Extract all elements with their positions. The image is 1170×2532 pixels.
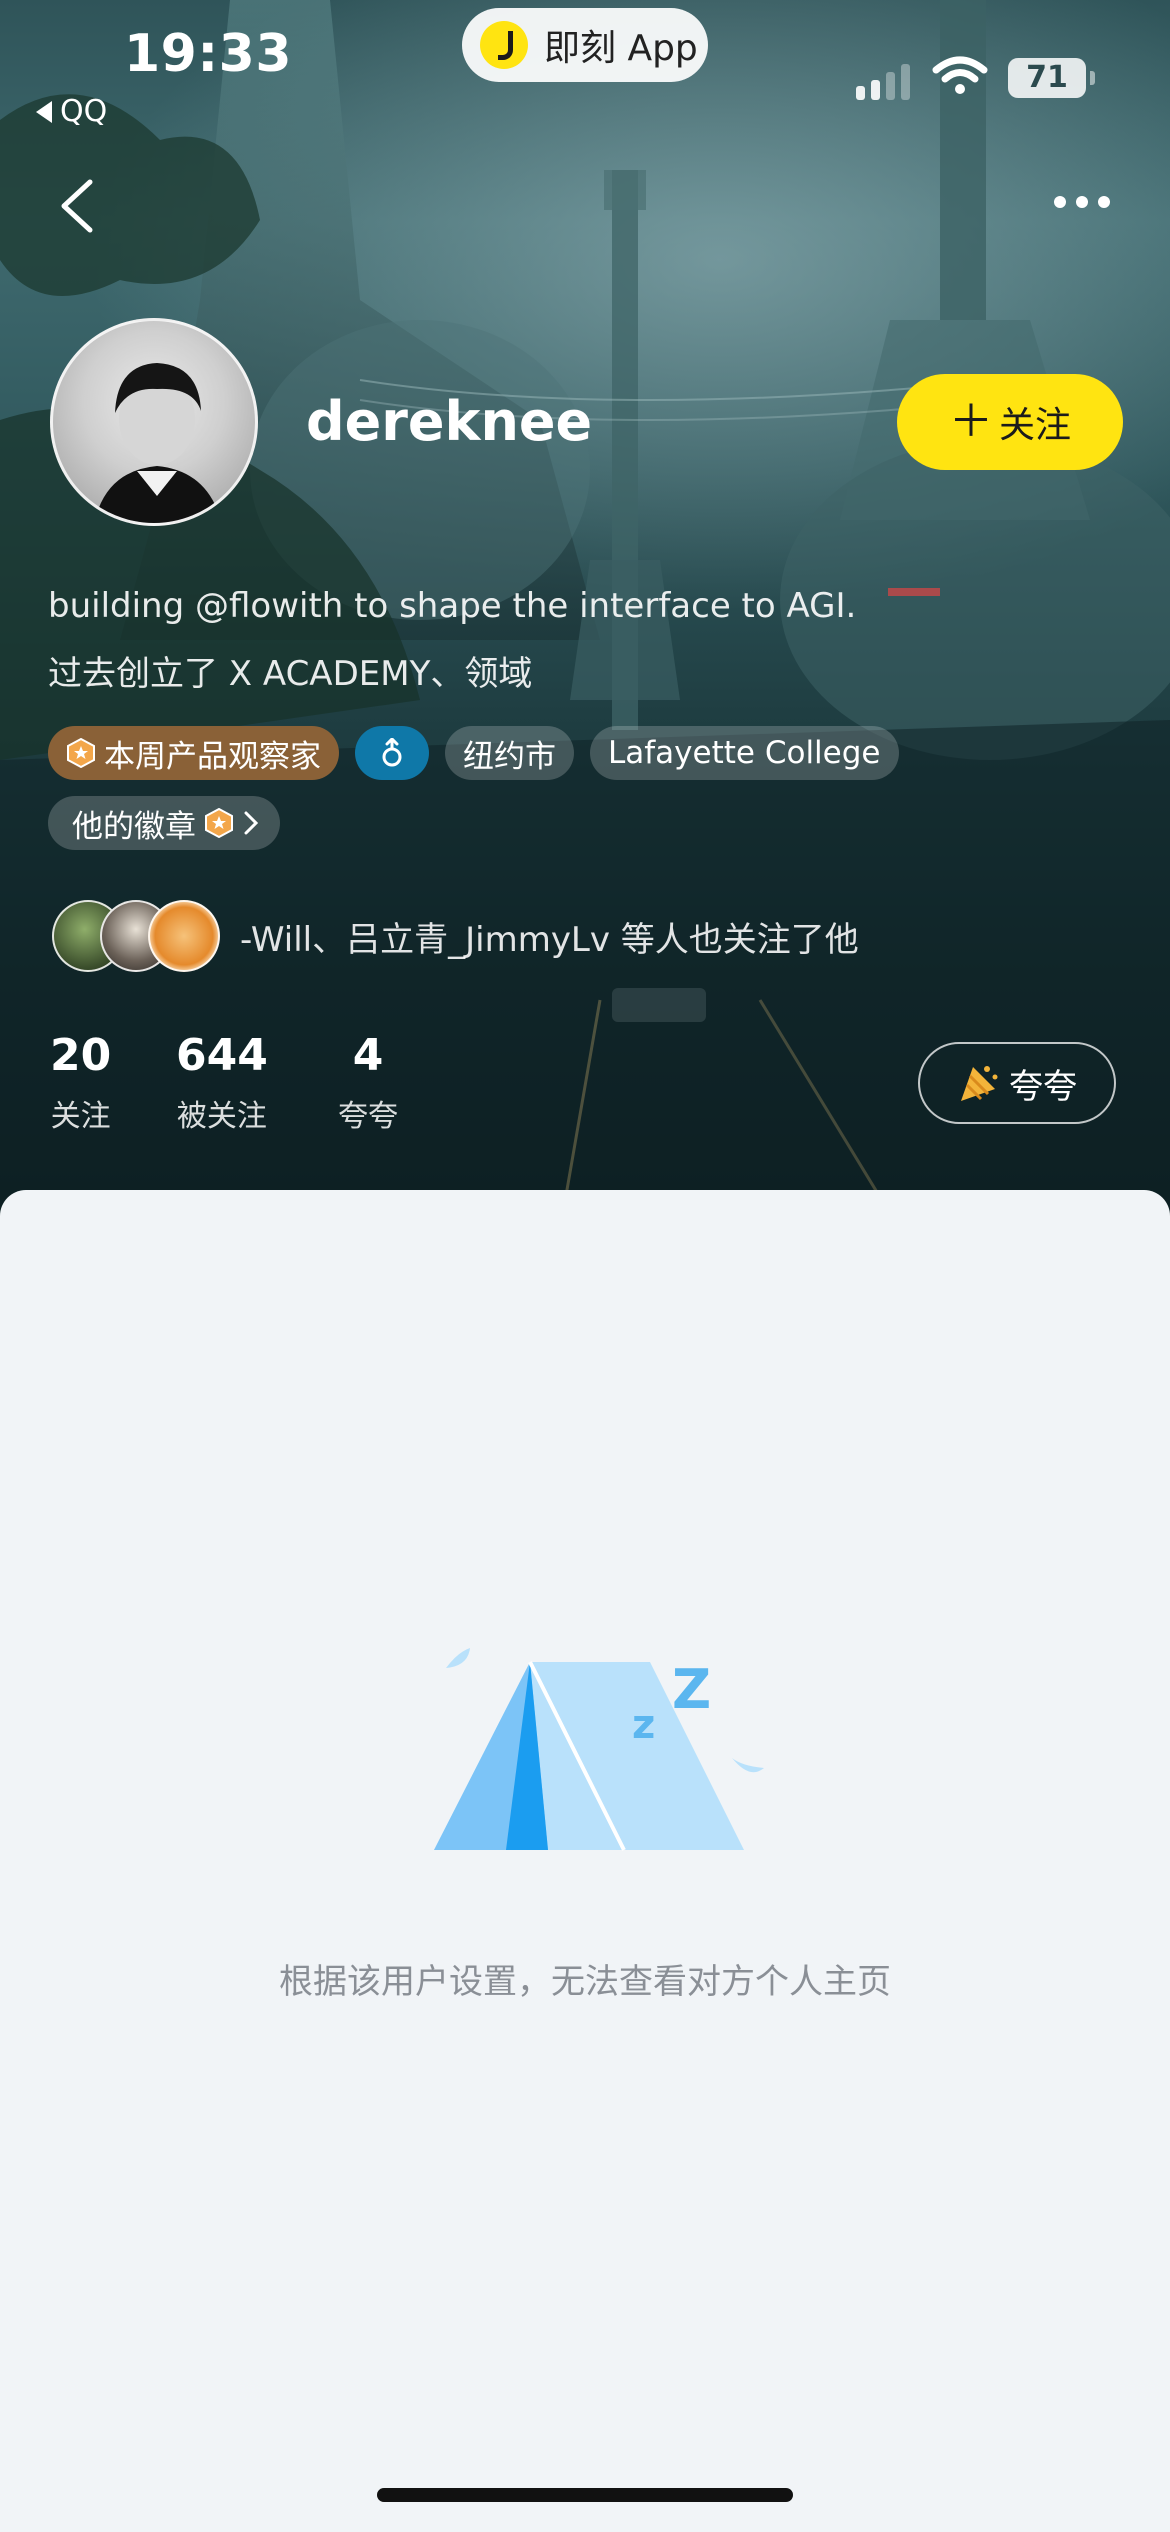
stat-following[interactable]: 20 关注 xyxy=(50,1030,111,1135)
profile-header: 19:33 QQ 即刻 App 71 dereknee ＋ 关注 buildin… xyxy=(0,0,1170,1230)
avatar[interactable] xyxy=(50,318,258,526)
tag-gender xyxy=(355,726,429,780)
username: dereknee xyxy=(306,390,593,453)
svg-text:Z: Z xyxy=(672,1658,711,1721)
mutual-followers[interactable]: -Will、吕立青_JimmyLv 等人也关注了他 xyxy=(52,900,859,972)
stat-following-label: 关注 xyxy=(50,1099,111,1134)
back-triangle-icon xyxy=(36,100,52,123)
praise-button[interactable]: 夸夸 xyxy=(918,1042,1116,1124)
tag-observer-label: 本周产品观察家 xyxy=(104,738,321,775)
stat-praise-label: 夸夸 xyxy=(338,1099,398,1134)
back-to-app-link[interactable]: QQ xyxy=(36,94,107,129)
mutual-followers-text: -Will、吕立青_JimmyLv 等人也关注了他 xyxy=(240,919,859,960)
stat-praise-count: 4 xyxy=(352,1030,384,1081)
follow-label: 关注 xyxy=(998,405,1071,446)
tag-city[interactable]: 纽约市 xyxy=(445,726,574,780)
profile-tags: 本周产品观察家 纽约市 Lafayette College xyxy=(48,726,899,780)
tag-school[interactable]: Lafayette College xyxy=(590,726,899,780)
back-app-label: QQ xyxy=(60,94,108,129)
home-indicator[interactable] xyxy=(377,2488,793,2502)
tag-product-observer[interactable]: 本周产品观察家 xyxy=(48,726,339,780)
stat-praise[interactable]: 4 夸夸 xyxy=(338,1030,398,1135)
more-options-icon[interactable] xyxy=(1054,196,1110,208)
mutual-avatar xyxy=(148,900,220,972)
wifi-icon xyxy=(932,56,988,94)
plus-icon: ＋ xyxy=(948,396,993,447)
cellular-signal-icon xyxy=(856,64,910,100)
praise-label: 夸夸 xyxy=(1009,1066,1077,1107)
content-area xyxy=(0,1190,1170,2532)
badge-hexagon-icon xyxy=(67,738,95,768)
chevron-right-icon xyxy=(244,811,259,835)
avatar-photo xyxy=(94,363,222,523)
bio-line-1: building @flowith to shape the interface… xyxy=(48,586,857,626)
svg-text:z: z xyxy=(632,1702,655,1748)
male-gender-icon xyxy=(382,738,402,767)
stat-followers-label: 被关注 xyxy=(176,1099,267,1134)
bio-line-2: 过去创立了 X ACADEMY、领域 xyxy=(48,654,533,694)
empty-state-message: 根据该用户设置，无法查看对方个人主页 xyxy=(279,1962,891,2002)
stat-followers-count: 644 xyxy=(176,1030,268,1081)
badge-hexagon-icon xyxy=(205,808,233,838)
status-time: 19:33 xyxy=(124,24,293,84)
app-indicator-pill[interactable]: 即刻 App xyxy=(462,8,708,82)
stat-followers[interactable]: 644 被关注 xyxy=(176,1030,268,1135)
party-popper-icon xyxy=(961,1066,998,1101)
app-pill-label: 即刻 App xyxy=(544,28,698,69)
sleeping-tent-illustration: z Z xyxy=(434,1648,764,1851)
battery-indicator: 71 xyxy=(1008,58,1095,98)
badges-entry[interactable]: 他的徽章 xyxy=(48,796,280,850)
back-arrow-icon[interactable] xyxy=(50,176,110,236)
jike-logo-icon xyxy=(480,21,528,69)
stat-following-count: 20 xyxy=(50,1030,112,1081)
badges-label: 他的徽章 xyxy=(72,808,196,845)
follow-button[interactable]: ＋ 关注 xyxy=(897,374,1123,470)
